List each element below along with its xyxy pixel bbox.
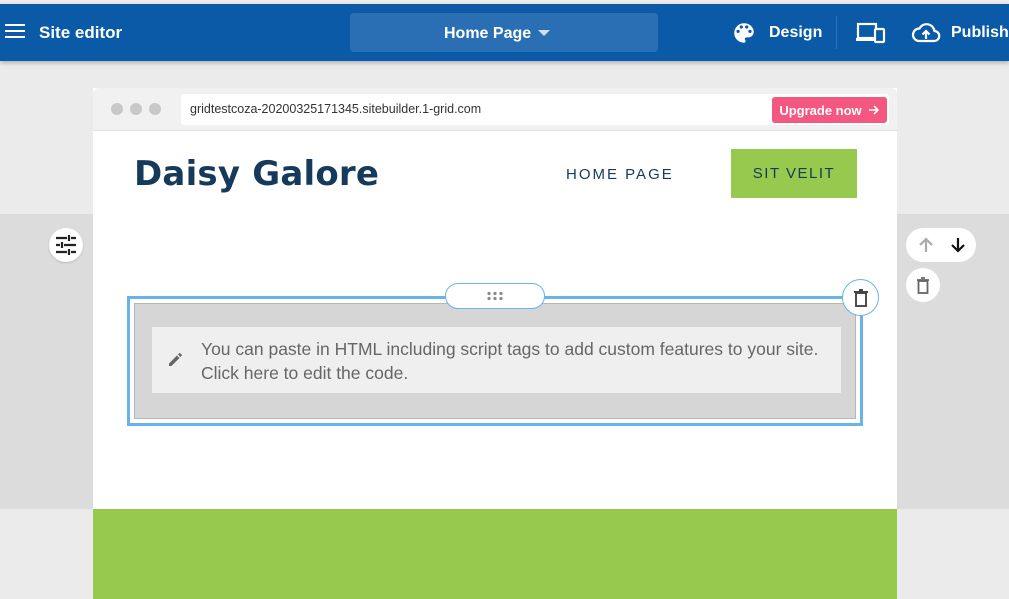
footer-section: [93, 509, 897, 599]
toolbar-divider: [836, 16, 837, 49]
browser-bar: gridtestcoza-20200325171345.sitebuilder.…: [93, 88, 897, 131]
window-dot: [111, 103, 123, 115]
html-embed-block[interactable]: You can paste in HTML including script t…: [127, 296, 863, 426]
page-selector-dropdown[interactable]: Home Page: [350, 13, 658, 52]
html-embed-placeholder[interactable]: You can paste in HTML including script t…: [152, 327, 841, 393]
devices-icon: [856, 22, 886, 44]
palette-icon: [734, 23, 754, 43]
url-bar: gridtestcoza-20200325171345.sitebuilder.…: [181, 94, 889, 125]
top-toolbar: Site editor Home Page Design Publish: [0, 4, 1009, 61]
nav-link-home[interactable]: HOME PAGE: [566, 166, 674, 183]
arrow-down-icon[interactable]: [948, 235, 968, 255]
nav-cta-button[interactable]: SIT VELIT: [731, 149, 857, 198]
html-embed-hint: You can paste in HTML including script t…: [201, 339, 819, 383]
pencil-icon: [169, 353, 182, 366]
app-title: Site editor: [39, 23, 123, 42]
publish-label: Publish: [951, 24, 1009, 41]
trash-icon: [853, 288, 868, 307]
move-section-controls: [906, 228, 976, 262]
publish-button[interactable]: Publish: [911, 20, 1009, 46]
section-settings-button[interactable]: [49, 228, 83, 262]
settings-sliders-icon: [56, 235, 76, 255]
html-embed-inner: You can paste in HTML including script t…: [134, 303, 856, 419]
drag-handle-icon: [487, 291, 503, 301]
page-selector-label: Home Page: [444, 25, 532, 42]
upgrade-now-button[interactable]: Upgrade now: [772, 97, 887, 123]
arrow-right-icon: [868, 105, 879, 115]
site-url: gridtestcoza-20200325171345.sitebuilder.…: [190, 102, 482, 116]
trash-icon: [917, 277, 929, 294]
design-label: Design: [769, 24, 823, 41]
upgrade-label: Upgrade now: [779, 102, 862, 118]
menu-icon[interactable]: [5, 24, 25, 40]
design-button[interactable]: Design: [731, 20, 822, 46]
window-dot: [130, 103, 142, 115]
window-dot: [149, 103, 161, 115]
arrow-up-icon[interactable]: [916, 235, 936, 255]
site-title[interactable]: Daisy Galore: [134, 154, 379, 194]
site-preview-frame: gridtestcoza-20200325171345.sitebuilder.…: [93, 88, 897, 599]
block-drag-handle[interactable]: [445, 283, 545, 309]
delete-block-button[interactable]: [842, 279, 879, 316]
delete-section-button[interactable]: [906, 268, 940, 302]
chevron-down-icon: [538, 30, 550, 36]
cloud-upload-icon: [911, 23, 941, 43]
device-preview-button[interactable]: [856, 22, 886, 44]
